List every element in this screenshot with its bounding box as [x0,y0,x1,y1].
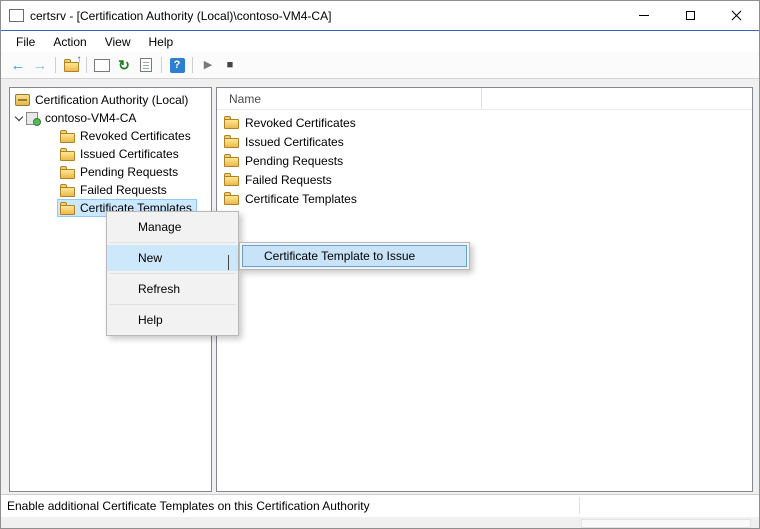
close-button[interactable] [713,1,759,30]
tree-item-label: Revoked Certificates [80,129,191,143]
folder-icon [60,166,75,179]
maximize-icon [686,11,695,20]
toolbar: ← → ↑ ↻ ? ▶ ■ [1,52,759,79]
folder-icon [60,184,75,197]
minimize-icon [639,15,649,16]
list-item-pending-requests[interactable]: Pending Requests [217,151,752,170]
folder-icon [60,202,75,215]
folder-icon [224,116,239,129]
menu-help[interactable]: Help [140,31,183,52]
ca-server-icon [26,112,41,125]
tree-item-label: Pending Requests [80,165,178,179]
app-icon [9,9,24,22]
help-icon: ? [170,58,185,73]
console-tree-icon [94,59,110,72]
refresh-button[interactable]: ↻ [113,54,135,76]
up-one-level-button[interactable]: ↑ [60,54,82,76]
tree-item-failed-requests[interactable]: Failed Requests [10,181,211,199]
menu-file[interactable]: File [7,31,44,52]
up-one-level-icon: ↑ [64,59,79,72]
toolbar-separator [192,57,193,73]
show-console-tree-button[interactable] [91,54,113,76]
minimize-button[interactable] [621,1,667,30]
list-item-revoked-certificates[interactable]: Revoked Certificates [217,113,752,132]
maximize-button[interactable] [667,1,713,30]
context-menu-item-new[interactable]: New [107,245,238,271]
list-item-label: Certificate Templates [245,192,357,206]
certsrv-window: certsrv - [Certification Authority (Loca… [0,0,760,529]
start-service-button[interactable]: ▶ [197,54,219,76]
window-title: certsrv - [Certification Authority (Loca… [30,9,621,23]
tree-item-issued-certificates[interactable]: Issued Certificates [10,145,211,163]
menu-view[interactable]: View [96,31,140,52]
status-bar: Enable additional Certificate Templates … [1,494,759,517]
list-item-failed-requests[interactable]: Failed Requests [217,170,752,189]
status-text: Enable additional Certificate Templates … [7,499,370,513]
list-item-certificate-templates[interactable]: Certificate Templates [217,189,752,208]
tree-item-certification-authority[interactable]: Certification Authority (Local) [10,91,211,109]
tree-item-contoso-vm4-ca[interactable]: contoso-VM4-CA [10,109,211,127]
list-item-label: Revoked Certificates [245,116,356,130]
submenu-item-certificate-template-to-issue[interactable]: Certificate Template to Issue [242,245,467,267]
context-menu-item-refresh[interactable]: Refresh [107,276,238,302]
list-item-label: Failed Requests [245,173,332,187]
export-list-icon [140,58,152,72]
list-header: Name [217,88,752,110]
back-button[interactable]: ← [7,54,29,76]
toolbar-separator [86,57,87,73]
forward-icon: → [33,58,48,73]
list-item-issued-certificates[interactable]: Issued Certificates [217,132,752,151]
chevron-down-icon[interactable] [15,112,23,120]
tree-ca-label: contoso-VM4-CA [45,111,136,125]
tree-root-label: Certification Authority (Local) [35,93,188,107]
toolbar-separator [55,57,56,73]
tree-item-pending-requests[interactable]: Pending Requests [10,163,211,181]
list-item-label: Issued Certificates [245,135,344,149]
status-bar-right-panel [581,519,751,528]
menu-bar: File Action View Help [1,31,759,52]
tree-item-label: Issued Certificates [80,147,179,161]
forward-button[interactable]: → [29,54,51,76]
menu-separator [109,273,236,274]
close-icon [731,10,742,21]
folder-icon [60,148,75,161]
play-icon: ▶ [204,60,212,71]
menu-separator [109,304,236,305]
refresh-icon: ↻ [118,58,130,72]
menu-separator [109,242,236,243]
help-button[interactable]: ? [166,54,188,76]
results-list-pane: Name Revoked Certificates Issued Certifi… [216,87,753,492]
submenu-arrow-icon [228,255,229,269]
folder-icon [60,130,75,143]
tree-item-label: Failed Requests [80,183,167,197]
tree-item-revoked-certificates[interactable]: Revoked Certificates [10,127,211,145]
menu-action[interactable]: Action [44,31,95,52]
context-menu-item-manage[interactable]: Manage [107,214,238,240]
stop-icon: ■ [227,60,234,71]
context-menu-item-label: New [138,251,162,265]
context-menu-item-help[interactable]: Help [107,307,238,333]
folder-icon [224,173,239,186]
new-submenu: Certificate Template to Issue [239,242,470,270]
export-list-button[interactable] [135,54,157,76]
list-body: Revoked Certificates Issued Certificates… [217,110,752,208]
stop-service-button[interactable]: ■ [219,54,241,76]
column-header-name[interactable]: Name [217,88,482,109]
folder-icon [224,135,239,148]
toolbar-separator [161,57,162,73]
title-bar: certsrv - [Certification Authority (Loca… [1,1,759,31]
certification-authority-icon [15,94,30,106]
back-icon: ← [11,58,26,73]
folder-icon [224,192,239,205]
context-menu: Manage New Refresh Help [106,211,239,336]
folder-icon [224,154,239,167]
list-item-label: Pending Requests [245,154,343,168]
status-bar-divider [579,497,580,514]
